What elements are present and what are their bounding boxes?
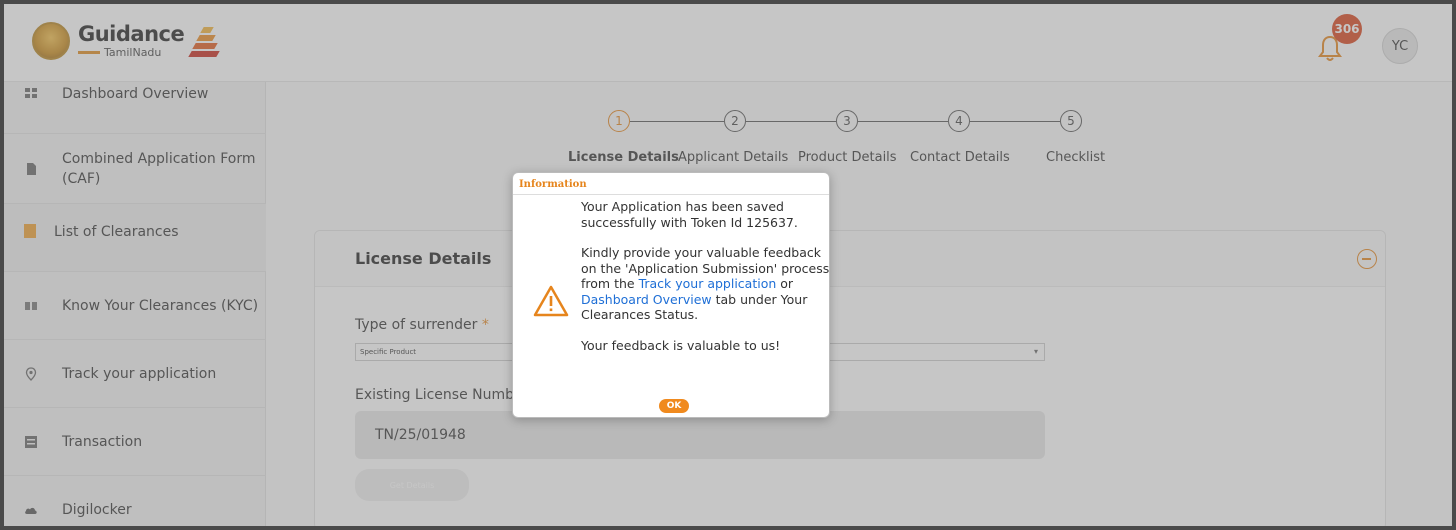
dialog-title: Information	[513, 173, 829, 195]
information-dialog: Information Your Application has been sa…	[512, 172, 830, 418]
warning-icon	[533, 285, 569, 317]
dashboard-overview-link[interactable]: Dashboard Overview	[581, 292, 712, 307]
saved-message: Your Application has been saved successf…	[581, 199, 798, 230]
dialog-message: Your Application has been saved successf…	[581, 199, 831, 368]
track-application-link[interactable]: Track your application	[639, 276, 777, 291]
thanks-message: Your feedback is valuable to us!	[581, 337, 781, 353]
feedback-message: Kindly provide your valuable feedback on…	[581, 245, 830, 322]
app-frame: Guidance TamilNadu 306 YC Dashboard Over…	[4, 4, 1452, 526]
ok-button[interactable]: OK	[659, 399, 689, 413]
